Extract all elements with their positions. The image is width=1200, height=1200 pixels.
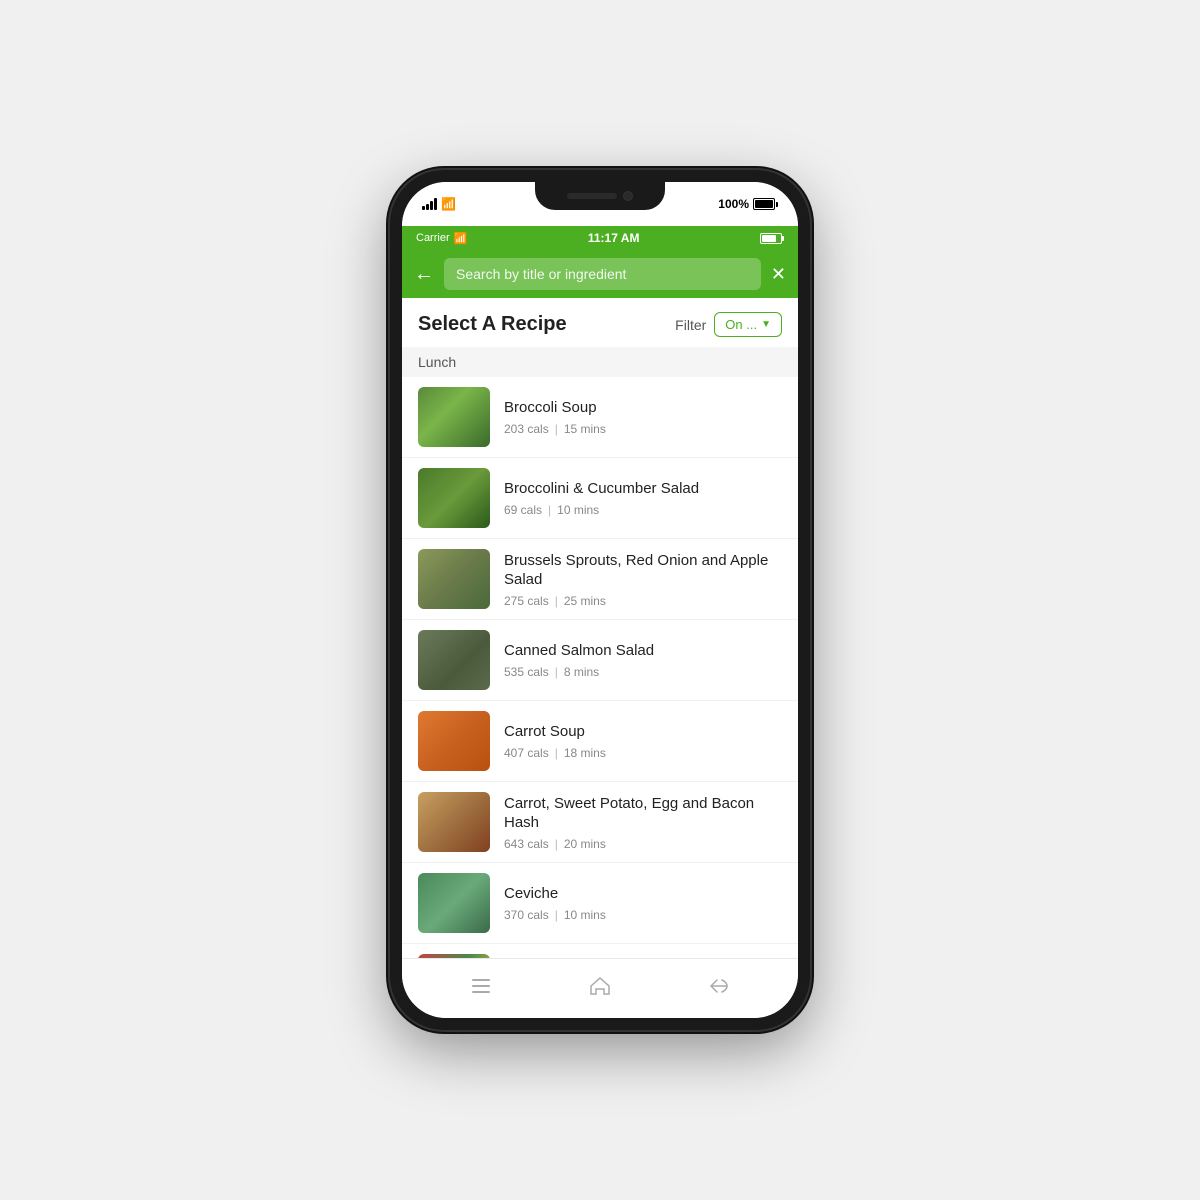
recipe-meta: 407 cals|18 mins <box>504 746 782 760</box>
carrier-wifi-icon: 📶 <box>454 232 468 245</box>
carrier-name: Carrier <box>416 232 450 244</box>
recipe-item[interactable]: Canned Salmon Salad 535 cals|8 mins <box>402 620 798 701</box>
recipe-item[interactable]: Broccolini & Cucumber Salad 69 cals|10 mi… <box>402 458 798 539</box>
recipe-item[interactable]: Carrot, Sweet Potato, Egg and Bacon Hash… <box>402 782 798 863</box>
status-left: 📶 <box>422 197 456 211</box>
back-button[interactable]: ← <box>414 263 434 286</box>
back-nav-icon[interactable] <box>687 966 751 1012</box>
battery-percent: 100% <box>718 197 749 211</box>
category-label: Lunch <box>418 354 456 370</box>
phone-device: 📶 12:34 100% Carrier 📶 <box>390 170 810 1030</box>
filter-button[interactable]: On ... ▼ <box>714 312 782 337</box>
filter-header: Select A Recipe Filter On ... ▼ <box>402 298 798 347</box>
carrier-time: 11:17 AM <box>588 231 640 245</box>
recipe-item[interactable]: Chef Salad487 cals|5 mins <box>402 944 798 958</box>
filter-area: Filter On ... ▼ <box>675 312 782 337</box>
battery-icon <box>753 198 778 210</box>
chevron-down-icon: ▼ <box>761 319 771 330</box>
category-header: Lunch <box>402 347 798 377</box>
carrier-info: Carrier 📶 <box>416 232 467 245</box>
recipe-name: Ceviche <box>504 884 782 904</box>
status-right: 100% <box>718 197 778 211</box>
recipe-name: Broccoli Soup <box>504 398 782 418</box>
close-icon[interactable]: ✕ <box>771 264 786 285</box>
recipe-name: Canned Salmon Salad <box>504 641 782 661</box>
recipe-item[interactable]: Broccoli Soup 203 cals|15 mins <box>402 377 798 458</box>
recipe-name: Broccolini & Cucumber Salad <box>504 479 782 499</box>
recipe-list-content: Select A Recipe Filter On ... ▼ Lunch Br… <box>402 298 798 958</box>
recipe-list: Broccoli Soup 203 cals|15 mins Broccolini … <box>402 377 798 958</box>
recipe-meta: 69 cals|10 mins <box>504 503 782 517</box>
wifi-icon: 📶 <box>441 197 456 211</box>
filter-value: On ... <box>725 317 757 332</box>
recipe-meta: 203 cals|15 mins <box>504 422 782 436</box>
ios-status-bar: 📶 12:34 100% <box>402 182 798 226</box>
recipe-meta: 643 cals|20 mins <box>504 837 782 851</box>
phone-screen: 📶 12:34 100% Carrier 📶 <box>402 182 798 1018</box>
recipe-name: Carrot, Sweet Potato, Egg and Bacon Hash <box>504 794 782 833</box>
search-placeholder: Search by title or ingredient <box>456 266 626 282</box>
phone-notch <box>535 182 665 210</box>
recipe-meta: 535 cals|8 mins <box>504 665 782 679</box>
recipe-name: Carrot Soup <box>504 722 782 742</box>
carrier-bar: Carrier 📶 11:17 AM <box>402 226 798 250</box>
recipe-item[interactable]: Ceviche 370 cals|10 mins <box>402 863 798 944</box>
bottom-nav <box>402 958 798 1018</box>
recipe-item[interactable]: Carrot Soup 407 cals|18 mins <box>402 701 798 782</box>
page-title: Select A Recipe <box>418 313 567 336</box>
recipe-name: Brussels Sprouts, Red Onion and Apple Sa… <box>504 551 782 590</box>
home-nav-icon[interactable] <box>568 966 632 1012</box>
recipe-meta: 370 cals|10 mins <box>504 908 782 922</box>
recipe-item[interactable]: Brussels Sprouts, Red Onion and Apple Sa… <box>402 539 798 620</box>
recipe-meta: 275 cals|25 mins <box>504 594 782 608</box>
menu-nav-icon[interactable] <box>449 966 513 1012</box>
camera-icon <box>623 191 633 201</box>
search-bar: ← Search by title or ingredient ✕ <box>402 250 798 298</box>
filter-label: Filter <box>675 317 706 333</box>
carrier-battery <box>760 233 784 244</box>
signal-icon <box>422 198 437 210</box>
search-input[interactable]: Search by title or ingredient <box>444 258 761 290</box>
speaker-icon <box>567 193 617 199</box>
